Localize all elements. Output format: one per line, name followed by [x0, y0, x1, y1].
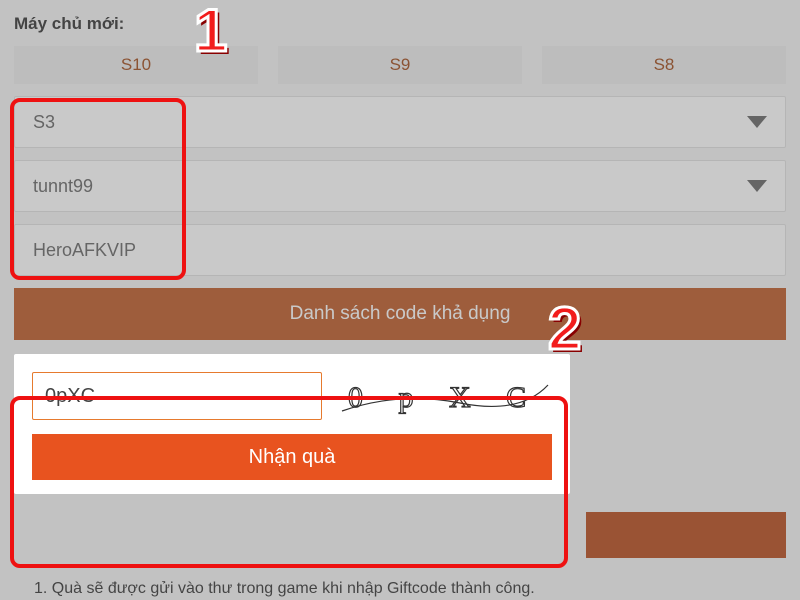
svg-text:0 p X C: 0 p X C	[348, 381, 540, 414]
captcha-input[interactable]	[32, 372, 322, 420]
character-input[interactable]: HeroAFKVIP	[14, 224, 786, 276]
server-select-value: S3	[33, 112, 55, 133]
new-server-heading: Máy chủ mới:	[14, 14, 786, 34]
chevron-down-icon	[747, 180, 767, 192]
server-select[interactable]: S3	[14, 96, 786, 148]
step-marker-2: 2	[548, 294, 581, 363]
step-marker-1: 1	[194, 0, 227, 65]
submit-button[interactable]: Nhận quà	[32, 434, 552, 480]
server-button-s8[interactable]: S8	[542, 46, 786, 84]
chevron-down-icon	[747, 116, 767, 128]
instruction-note: 1. Quà sẽ được gửi vào thư trong game kh…	[34, 580, 535, 598]
captcha-panel: 0 p X C Nhận quà	[14, 354, 570, 494]
character-value: HeroAFKVIP	[33, 240, 136, 261]
server-button-row: S10 S9 S8	[14, 46, 786, 84]
captcha-image: 0 p X C	[340, 373, 550, 419]
account-select[interactable]: tunnt99	[14, 160, 786, 212]
submit-bar-extension	[586, 512, 786, 558]
account-select-value: tunnt99	[33, 176, 93, 197]
code-list-button[interactable]: Danh sách code khả dụng	[14, 288, 786, 340]
server-button-s9[interactable]: S9	[278, 46, 522, 84]
